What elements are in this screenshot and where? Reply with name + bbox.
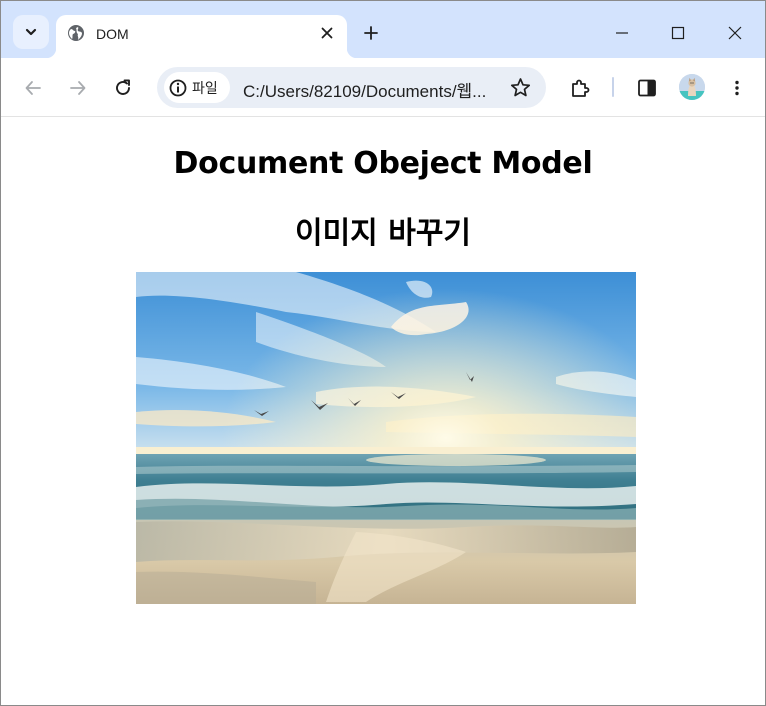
kebab-menu-icon	[735, 80, 739, 96]
address-bar[interactable]: 파일 C:/Users/82109/Documents/웹...	[157, 67, 546, 108]
tab-title: DOM	[96, 26, 129, 42]
new-tab-button[interactable]	[359, 21, 383, 45]
page-title: Document Obeject Model	[173, 146, 593, 181]
back-button[interactable]	[17, 72, 49, 104]
toolbar-divider	[612, 77, 614, 97]
browser-window: DOM 파일 C:/Users/82109/Documents/웹... Doc…	[0, 0, 766, 706]
reload-icon	[116, 79, 130, 95]
beach-sunset-image	[136, 272, 636, 604]
minimize-button[interactable]	[606, 17, 638, 49]
browser-toolbar: 파일 C:/Users/82109/Documents/웹...	[1, 58, 765, 117]
reload-button[interactable]	[107, 72, 139, 104]
page-subtitle: 이미지 바꾸기	[294, 216, 472, 251]
side-panel-button[interactable]	[631, 72, 663, 104]
tab-active[interactable]: DOM	[46, 15, 357, 58]
maximize-button[interactable]	[662, 17, 694, 49]
star-icon	[510, 77, 530, 96]
close-icon	[321, 27, 333, 39]
window-close-button[interactable]	[719, 17, 751, 49]
bookmark-button[interactable]	[508, 75, 532, 99]
forward-arrow-icon	[70, 81, 86, 95]
tab-search-button[interactable]	[13, 15, 49, 49]
puzzle-icon	[572, 79, 590, 97]
url-text: C:/Users/82109/Documents/웹...	[243, 82, 487, 101]
site-info-chip[interactable]: 파일	[164, 72, 230, 103]
chevron-down-icon	[25, 28, 37, 36]
close-icon	[728, 26, 742, 40]
info-icon	[169, 79, 187, 96]
minimize-icon	[616, 32, 628, 34]
back-arrow-icon	[25, 81, 41, 95]
menu-button[interactable]	[721, 72, 753, 104]
side-panel-icon	[638, 79, 656, 97]
maximize-icon	[671, 26, 685, 40]
tab-strip: DOM	[1, 1, 765, 58]
tab-close-button[interactable]	[317, 23, 337, 43]
forward-button[interactable]	[62, 72, 94, 104]
page-viewport: Document Obeject Model 이미지 바꾸기	[1, 118, 765, 705]
profile-avatar-icon	[679, 74, 705, 100]
extensions-button[interactable]	[565, 72, 597, 104]
site-label: 파일	[192, 80, 218, 97]
globe-icon	[68, 25, 84, 41]
beach-image	[136, 272, 636, 604]
plus-icon	[364, 26, 378, 40]
avatar[interactable]	[679, 74, 705, 100]
